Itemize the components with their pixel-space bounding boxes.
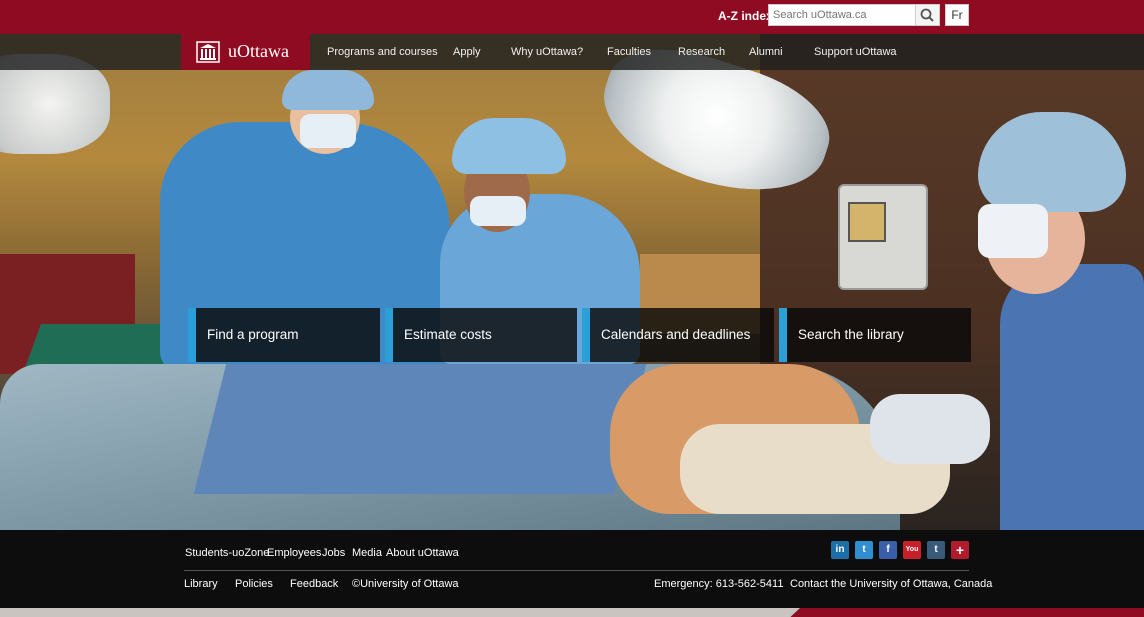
- footer-link-library[interactable]: Library: [184, 578, 218, 590]
- medical-monitor: [838, 184, 928, 290]
- crest-icon: [196, 41, 220, 63]
- nav-support-uottawa[interactable]: Support uOttawa: [814, 34, 897, 70]
- tile-estimate-costs[interactable]: Estimate costs: [385, 308, 577, 362]
- nav-faculties[interactable]: Faculties: [607, 34, 651, 70]
- footer-link-employees[interactable]: Employees: [267, 547, 321, 559]
- uottawa-logo[interactable]: uOttawa: [181, 34, 310, 70]
- search-box: [768, 4, 940, 26]
- hero-image: Find a program Estimate costs Calendars …: [0, 34, 1144, 530]
- tile-calendars-deadlines[interactable]: Calendars and deadlines: [582, 308, 774, 362]
- copyright-text: ©University of Ottawa: [352, 578, 459, 590]
- facebook-icon[interactable]: f: [879, 541, 897, 559]
- footer-link-jobs[interactable]: Jobs: [322, 547, 345, 559]
- youtube-icon[interactable]: You: [903, 541, 921, 559]
- footer-link-media[interactable]: Media: [352, 547, 382, 559]
- search-icon: [920, 8, 934, 22]
- search-input[interactable]: [769, 5, 917, 25]
- tile-find-program[interactable]: Find a program: [188, 308, 380, 362]
- footer-link-students-uozone[interactable]: Students-uoZone: [185, 547, 269, 559]
- footer-link-about[interactable]: About uOttawa: [386, 547, 459, 559]
- footer-link-policies[interactable]: Policies: [235, 578, 273, 590]
- nav-alumni[interactable]: Alumni: [749, 34, 783, 70]
- logo-wordmark: uOttawa: [228, 41, 289, 61]
- linkedin-icon[interactable]: in: [831, 541, 849, 559]
- french-language-button[interactable]: Fr: [945, 4, 969, 26]
- footer-link-feedback[interactable]: Feedback: [290, 578, 338, 590]
- emergency-phone: Emergency: 613-562-5411: [654, 578, 784, 590]
- footer: [0, 530, 1144, 608]
- tile-search-library[interactable]: Search the library: [779, 308, 971, 362]
- nav-apply[interactable]: Apply: [453, 34, 481, 70]
- nav-research[interactable]: Research: [678, 34, 725, 70]
- nav-why-uottawa[interactable]: Why uOttawa?: [511, 34, 583, 70]
- top-utility-bar: [0, 0, 1144, 34]
- footer-link-contact[interactable]: Contact the University of Ottawa, Canada: [790, 578, 992, 590]
- az-index-link[interactable]: A-Z index: [718, 9, 773, 23]
- tumblr-icon[interactable]: t: [927, 541, 945, 559]
- footer-divider: [184, 570, 969, 571]
- more-icon[interactable]: +: [951, 541, 969, 559]
- twitter-icon[interactable]: t: [855, 541, 873, 559]
- nav-programs-courses[interactable]: Programs and courses: [327, 34, 438, 70]
- search-button[interactable]: [915, 5, 939, 25]
